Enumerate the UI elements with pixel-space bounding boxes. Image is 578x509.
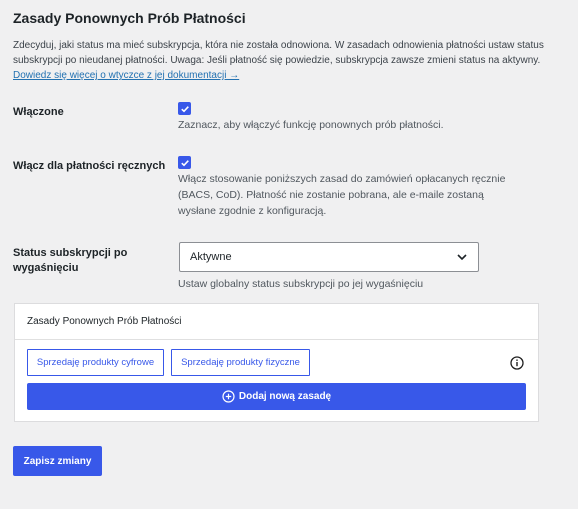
documentation-link[interactable]: Dowiedz się więcej o wtyczce z jej dokum… — [13, 70, 239, 81]
info-icon[interactable] — [510, 356, 524, 370]
checkmark-icon — [180, 105, 189, 112]
status-label: Status subskrypcji po wygaśnięciu — [13, 247, 128, 274]
physical-products-button[interactable]: Sprzedaję produkty fizyczne — [171, 349, 310, 376]
status-select-value: Aktywne — [190, 251, 232, 263]
intro-description: Zdecyduj, jaki status ma mieć subskrypcj… — [13, 40, 544, 66]
plus-circle-icon — [222, 390, 235, 403]
add-rule-label: Dodaj nową zasadę — [238, 391, 332, 402]
page-title: Zasady Ponownych Prób Płatności — [13, 10, 246, 26]
status-select[interactable]: Aktywne — [179, 242, 479, 272]
add-rule-button[interactable]: Dodaj nową zasadę — [27, 383, 526, 410]
enabled-label: Włączone — [13, 106, 64, 118]
enabled-description: Zaznacz, aby włączyć funkcję ponownych p… — [178, 119, 444, 131]
save-changes-button[interactable]: Zapisz zmiany — [13, 446, 102, 476]
chevron-down-icon — [457, 254, 467, 261]
manual-payments-description: Włącz stosowanie poniższych zasad do zam… — [178, 173, 506, 217]
status-help: Ustaw globalny status subskrypcji po jej… — [178, 278, 424, 290]
manual-payments-label: Włącz dla płatności ręcznych — [13, 160, 166, 172]
rules-panel: Zasady Ponownych Prób Płatności Sprzedaj… — [14, 303, 539, 422]
checkmark-icon — [180, 159, 189, 166]
enabled-checkbox[interactable] — [178, 102, 191, 115]
rules-panel-header: Zasady Ponownych Prób Płatności — [15, 304, 538, 340]
digital-products-button[interactable]: Sprzedaję produkty cyfrowe — [27, 349, 164, 376]
manual-payments-checkbox[interactable] — [178, 156, 191, 169]
intro-text: Zdecyduj, jaki status ma mieć subskrypcj… — [13, 38, 553, 83]
